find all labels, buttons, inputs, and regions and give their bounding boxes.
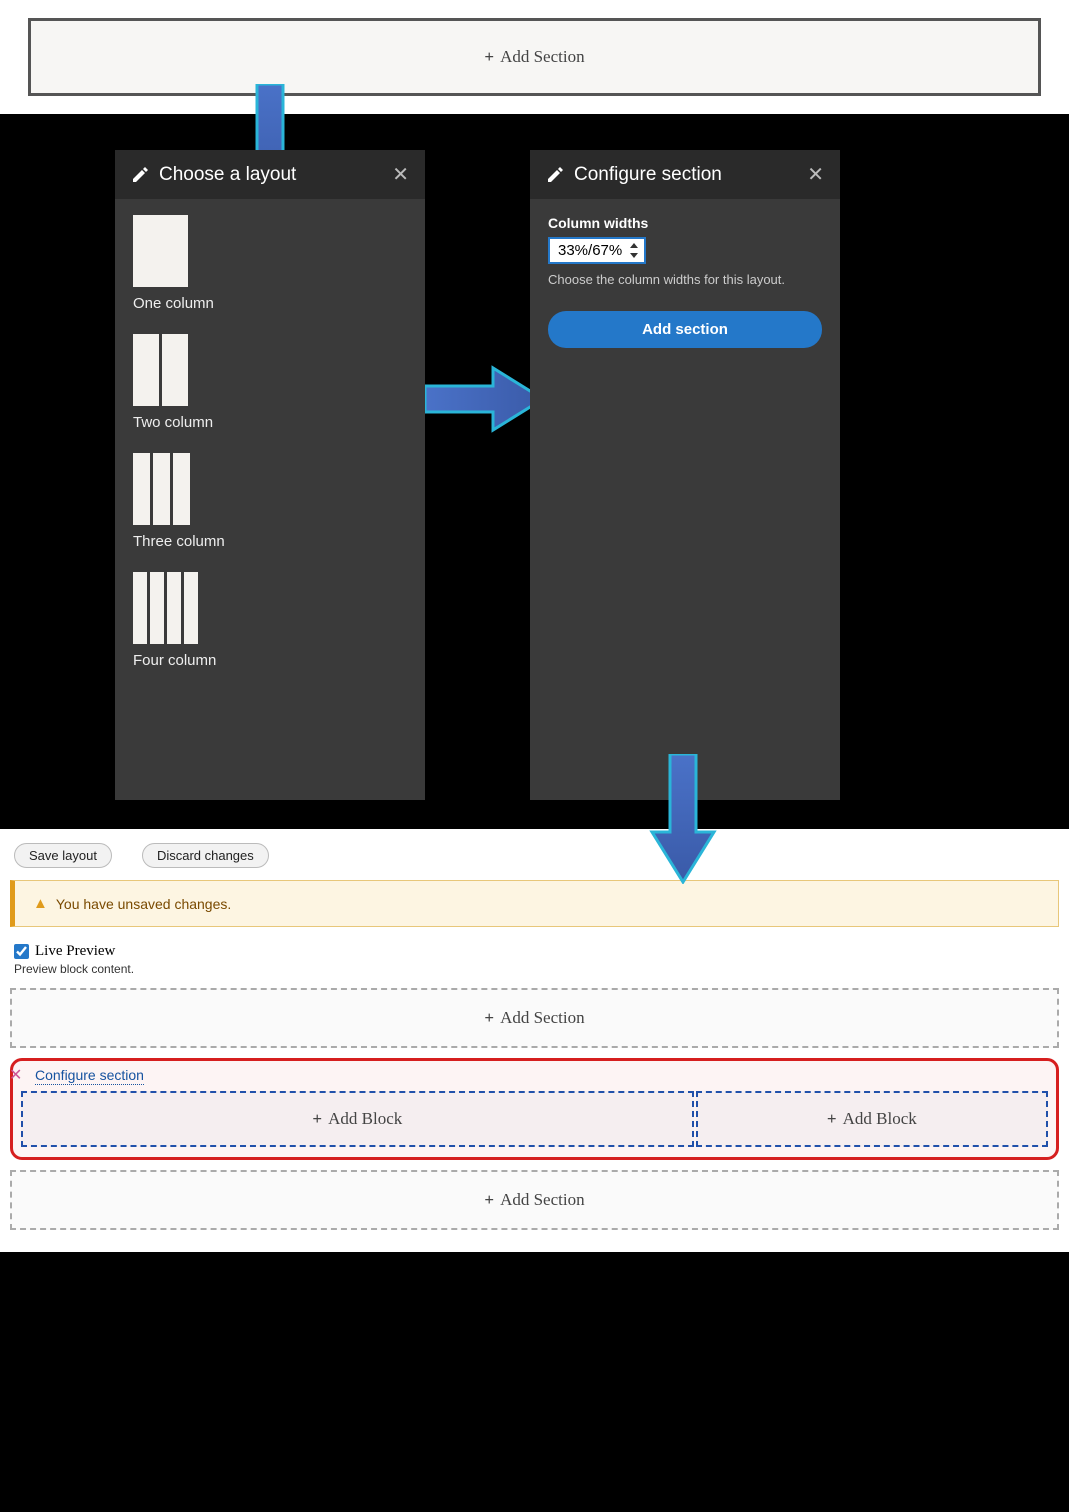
live-preview-checkbox[interactable]	[14, 944, 29, 959]
add-block-label: Add Block	[328, 1109, 402, 1128]
add-section-slot-label: Add Section	[500, 1008, 585, 1027]
layout-option-label: One column	[133, 295, 407, 312]
add-section-slot-label: Add Section	[500, 1190, 585, 1209]
add-section-slot-top[interactable]: + Add Section	[10, 988, 1059, 1048]
add-block-label: Add Block	[843, 1109, 917, 1128]
discard-changes-button[interactable]: Discard changes	[142, 843, 269, 868]
unsaved-changes-warning: ▲ You have unsaved changes.	[10, 880, 1059, 927]
configure-section-body: Column widths 33%/67% Choose the column …	[530, 199, 840, 364]
layout-option-one-column[interactable]: One column	[133, 215, 407, 312]
add-block-region-left[interactable]: + Add Block	[21, 1091, 694, 1147]
choose-layout-body: One column Two column Three column Four …	[115, 199, 425, 707]
column-widths-hint: Choose the column widths for this layout…	[548, 272, 822, 287]
layout-option-label: Three column	[133, 533, 407, 550]
live-preview-row: Live Preview	[0, 943, 1069, 962]
layout-option-four-column[interactable]: Four column	[133, 572, 407, 669]
remove-section-icon[interactable]: ✕	[9, 1065, 22, 1085]
column-widths-select[interactable]: 33%/67%	[548, 237, 646, 264]
configure-section-link[interactable]: Configure section	[35, 1067, 144, 1085]
warning-text: You have unsaved changes.	[56, 896, 231, 912]
configure-section-title: Configure section	[574, 164, 807, 186]
pencil-icon	[546, 166, 564, 184]
column-widths-value: 33%/67%	[558, 242, 622, 259]
add-section-submit-button[interactable]: Add section	[548, 311, 822, 348]
plus-icon: +	[484, 47, 494, 67]
live-preview-label: Live Preview	[35, 943, 115, 960]
add-section-slot-bottom[interactable]: + Add Section	[10, 1170, 1059, 1230]
save-layout-button[interactable]: Save layout	[14, 843, 112, 868]
choose-layout-panel: Choose a layout ✕ One column Two column …	[115, 150, 425, 800]
layout-option-three-column[interactable]: Three column	[133, 453, 407, 550]
save-layout-label: Save layout	[29, 848, 97, 863]
top-add-section-area: + Add Section	[0, 0, 1069, 114]
active-section-highlight: ✕ Configure section + Add Block + Add Bloc…	[10, 1058, 1059, 1160]
add-section-submit-label: Add section	[642, 321, 728, 338]
warning-icon: ▲	[33, 895, 48, 912]
discard-changes-label: Discard changes	[157, 848, 254, 863]
layout-option-label: Four column	[133, 652, 407, 669]
section-columns: + Add Block + Add Block	[21, 1091, 1048, 1147]
plus-icon: +	[484, 1008, 494, 1028]
choose-layout-title: Choose a layout	[159, 164, 392, 186]
column-widths-label: Column widths	[548, 215, 822, 231]
layout-option-label: Two column	[133, 414, 407, 431]
add-section-label: Add Section	[500, 47, 585, 66]
plus-icon: +	[827, 1109, 837, 1129]
arrow-right-icon	[425, 364, 545, 434]
pencil-icon	[131, 166, 149, 184]
configure-section-panel: Configure section ✕ Column widths 33%/67…	[530, 150, 840, 800]
close-icon[interactable]: ✕	[807, 162, 824, 187]
layout-editor-area: Save layout Discard changes ▲ You have u…	[0, 829, 1069, 1252]
workflow-diagram-area: Choose a layout ✕ One column Two column …	[0, 114, 1069, 829]
choose-layout-header: Choose a layout ✕	[115, 150, 425, 199]
configure-section-header: Configure section ✕	[530, 150, 840, 199]
close-icon[interactable]: ✕	[392, 162, 409, 187]
plus-icon: +	[312, 1109, 322, 1129]
add-section-frame: + Add Section	[28, 18, 1041, 96]
plus-icon: +	[484, 1190, 494, 1210]
action-button-row: Save layout Discard changes	[0, 843, 1069, 880]
add-block-region-right[interactable]: + Add Block	[696, 1091, 1048, 1147]
layout-option-two-column[interactable]: Two column	[133, 334, 407, 431]
live-preview-description: Preview block content.	[0, 962, 1069, 984]
configure-section-link-label: Configure section	[35, 1067, 144, 1083]
arrow-down-icon	[648, 754, 718, 884]
add-section-button-top[interactable]: + Add Section	[33, 23, 1036, 91]
